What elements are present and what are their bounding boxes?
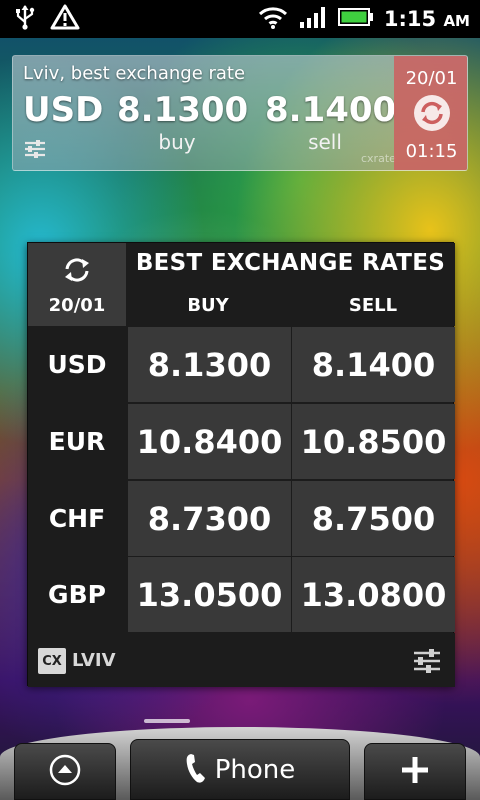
widget-date: 20/01 — [405, 68, 458, 89]
widget-refresh-panel[interactable]: 20/01 01:15 — [394, 56, 467, 170]
rates-date: 20/01 — [48, 295, 106, 316]
best-rate-widget[interactable]: Lviv, best exchange rate USD 8.1300 buy … — [12, 55, 468, 171]
phone-label: Phone — [214, 754, 296, 785]
sell-rate: 8.7500 — [292, 481, 455, 556]
widget-settings-icon[interactable] — [23, 138, 47, 164]
best-rate-main[interactable]: Lviv, best exchange rate USD 8.1300 buy … — [13, 56, 397, 170]
warning-icon — [50, 4, 80, 34]
buy-rate: 8.7300 — [128, 481, 291, 556]
dock-handle[interactable] — [144, 719, 190, 723]
currency-code: GBP — [28, 556, 126, 632]
widget-sell-label: sell — [308, 130, 342, 154]
sell-rate: 10.8500 — [292, 404, 455, 479]
clock-ampm: AM — [443, 12, 470, 30]
widget-city-label: Lviv, best exchange rate — [23, 63, 246, 84]
buy-rate: 8.1300 — [128, 327, 291, 402]
currency-code: CHF — [28, 480, 126, 556]
rate-row-usd[interactable]: USD 8.1300 8.1400 — [28, 326, 455, 402]
launcher-dock: Phone — [0, 727, 480, 800]
exchange-rates-widget[interactable]: 20/01 BEST EXCHANGE RATES BUY SELL USD 8… — [27, 242, 455, 687]
buy-rate: 13.0500 — [128, 557, 291, 632]
widget-buy-label: buy — [158, 130, 196, 154]
widget-currency: USD — [23, 90, 104, 130]
widget-buy-value: 8.1300 — [117, 90, 249, 130]
clock: 1:15 AM — [384, 7, 470, 31]
sell-rate: 8.1400 — [292, 327, 455, 402]
sell-rate: 13.0800 — [292, 557, 455, 632]
cxrate-logo: CX — [38, 648, 66, 674]
clock-time: 1:15 — [383, 7, 437, 31]
buy-rate: 10.8400 — [128, 404, 291, 479]
rate-row-gbp[interactable]: GBP 13.0500 13.0800 — [28, 556, 455, 632]
widget-time: 01:15 — [405, 141, 458, 162]
rates-settings-icon[interactable] — [412, 647, 442, 679]
rates-refresh-icon[interactable] — [62, 255, 92, 289]
currency-code: EUR — [28, 403, 126, 479]
all-apps-button[interactable] — [14, 743, 116, 800]
widget-refresh-icon[interactable] — [412, 93, 452, 137]
rates-title: BEST EXCHANGE RATES — [135, 250, 446, 276]
signal-icon — [298, 5, 328, 33]
column-header-sell: SELL — [348, 295, 398, 316]
rates-header: BEST EXCHANGE RATES BUY SELL — [126, 243, 455, 326]
add-to-home-button[interactable] — [364, 743, 466, 800]
usb-icon — [14, 4, 36, 34]
phone-icon — [185, 752, 207, 788]
rates-city: LVIV — [72, 650, 116, 671]
rate-row-eur[interactable]: EUR 10.8400 10.8500 — [28, 403, 455, 479]
chevron-up-circle-icon — [48, 753, 82, 791]
widget-brand: cxrate — [361, 152, 396, 165]
plus-icon — [400, 755, 430, 789]
rates-refresh-panel[interactable]: 20/01 — [28, 243, 126, 326]
rates-footer: CX LVIV — [28, 633, 455, 687]
status-bar: 1:15 AM — [0, 0, 480, 38]
currency-code: USD — [28, 326, 126, 402]
rate-row-chf[interactable]: CHF 8.7300 8.7500 — [28, 480, 455, 556]
widget-sell-value: 8.1400 — [265, 90, 397, 130]
column-header-buy: BUY — [187, 295, 229, 316]
battery-icon — [337, 6, 374, 32]
wifi-icon — [258, 5, 288, 33]
phone-button[interactable]: Phone — [130, 739, 350, 800]
